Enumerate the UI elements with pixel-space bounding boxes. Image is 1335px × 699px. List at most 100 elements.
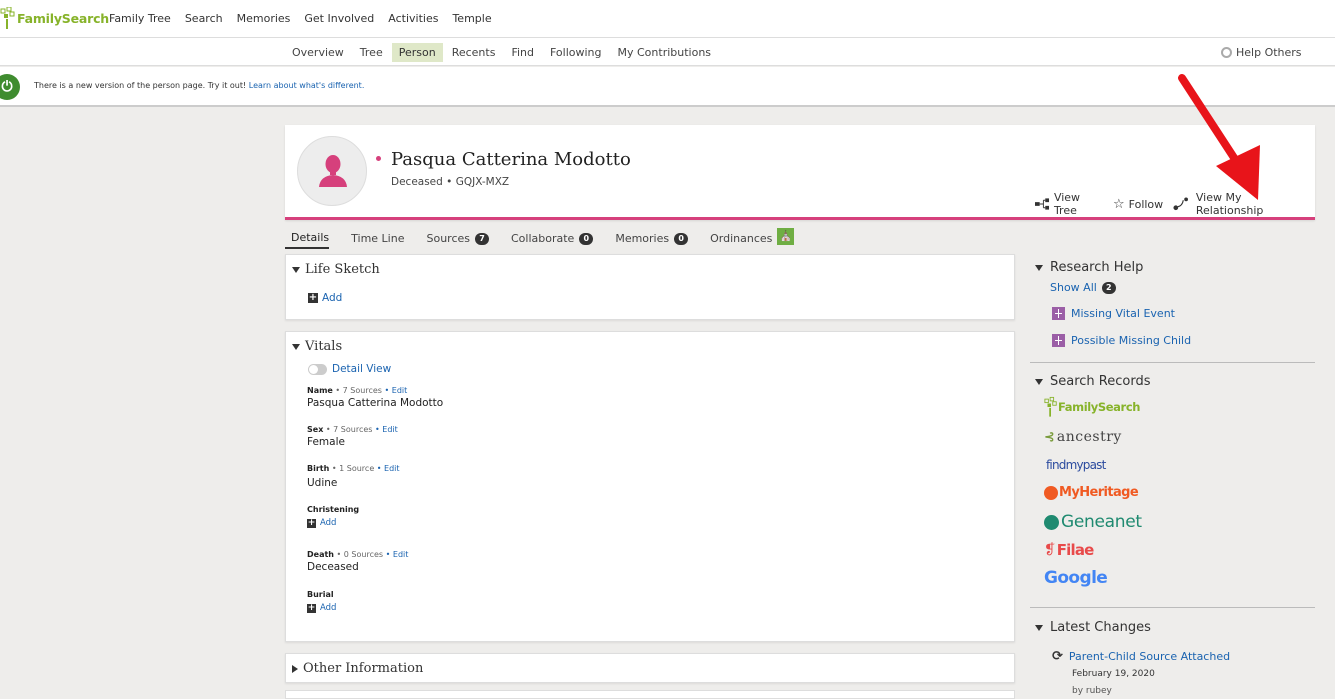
- subnav-person[interactable]: Person: [391, 43, 443, 62]
- vital-death: Death • 0 Sources • Edit Deceased: [307, 550, 408, 573]
- banner-learn-link[interactable]: Learn about what's different.: [249, 81, 365, 90]
- vital-sex-edit[interactable]: Edit: [382, 425, 398, 434]
- subnav-find[interactable]: Find: [504, 43, 541, 62]
- tab-details[interactable]: Details: [285, 227, 330, 249]
- subnav-overview[interactable]: Overview: [285, 43, 351, 62]
- latest-change-item[interactable]: ⟳ Parent-Child Source Attached: [1052, 649, 1230, 664]
- main-nav: Family Tree Search Memories Get Involved…: [109, 12, 506, 25]
- collapse-arrow-icon: [1035, 378, 1043, 385]
- tab-ordinances[interactable]: Ordinances ⛪: [710, 226, 795, 250]
- vitals-card: Vitals Detail View Name • 7 Sources • Ed…: [285, 331, 1015, 642]
- dot: •: [385, 550, 391, 559]
- provider-myheritage[interactable]: MyHeritage: [1044, 485, 1139, 500]
- help-others-link[interactable]: Help Others: [1221, 46, 1302, 59]
- subnav-recents[interactable]: Recents: [445, 43, 503, 62]
- vital-birth-header: Birth • 1 Source • Edit: [307, 464, 400, 473]
- toggle-switch[interactable]: [308, 363, 327, 375]
- person-actions: View Tree ☆ Follow View My Relationship: [1035, 191, 1315, 217]
- sync-icon: ⟳: [1052, 649, 1063, 664]
- tab-memories[interactable]: Memories 0: [615, 228, 689, 248]
- vital-death-header: Death • 0 Sources • Edit: [307, 550, 408, 559]
- vital-death-sources[interactable]: 0 Sources: [344, 550, 383, 559]
- research-hint-icon: [1052, 307, 1065, 320]
- tab-ordinances-label: Ordinances: [710, 232, 773, 245]
- vital-name-sources[interactable]: 7 Sources: [343, 386, 382, 395]
- tab-details-label: Details: [291, 231, 330, 244]
- life-sketch-toggle[interactable]: Life Sketch: [292, 262, 380, 277]
- detail-view-toggle[interactable]: Detail View: [308, 363, 391, 375]
- view-relationship-label: View My Relationship: [1195, 191, 1264, 217]
- plus-icon: +: [307, 602, 316, 613]
- research-item-possible-missing-child[interactable]: Possible Missing Child: [1052, 334, 1191, 347]
- research-help-toggle[interactable]: Research Help: [1035, 260, 1143, 275]
- vital-name-edit[interactable]: Edit: [392, 386, 408, 395]
- nav-activities[interactable]: Activities: [388, 12, 438, 25]
- divider: [1030, 607, 1315, 608]
- nav-temple[interactable]: Temple: [452, 12, 491, 25]
- vital-christening-label: Christening: [307, 505, 360, 514]
- nav-get-involved[interactable]: Get Involved: [304, 12, 374, 25]
- person-id[interactable]: GQJX-MXZ: [456, 176, 509, 188]
- vital-name-value: Pasqua Catterina Modotto: [307, 397, 444, 409]
- power-toggle-icon[interactable]: ⏻: [0, 74, 20, 100]
- follow-button[interactable]: ☆ Follow: [1113, 197, 1163, 212]
- latest-changes-toggle[interactable]: Latest Changes: [1035, 620, 1151, 635]
- relationship-icon: [1173, 197, 1189, 211]
- christening-add-button[interactable]: + Add: [307, 518, 359, 528]
- nav-memories[interactable]: Memories: [237, 12, 291, 25]
- tab-time-line[interactable]: Time Line: [351, 228, 404, 248]
- vital-birth-value: Udine: [307, 477, 338, 489]
- other-information-toggle[interactable]: Other Information: [292, 661, 423, 676]
- vital-sex-sources[interactable]: 7 Sources: [333, 425, 372, 434]
- banner-text: There is a new version of the person pag…: [34, 81, 364, 90]
- tab-sources[interactable]: Sources 7: [426, 228, 489, 248]
- collapse-arrow-icon: [292, 343, 300, 350]
- tab-collaborate[interactable]: Collaborate 0: [511, 228, 594, 248]
- subnav-my-contributions[interactable]: My Contributions: [611, 43, 719, 62]
- tree-logo-icon: [0, 7, 15, 29]
- divider: [1030, 362, 1315, 363]
- memories-count-badge: 0: [674, 232, 689, 245]
- subnav-following[interactable]: Following: [543, 43, 609, 62]
- latest-changes-title: Latest Changes: [1050, 620, 1151, 635]
- myheritage-icon: [1044, 485, 1058, 500]
- vital-sex-label: Sex: [307, 425, 324, 434]
- subnav-tree[interactable]: Tree: [353, 43, 390, 62]
- life-sketch-title: Life Sketch: [305, 262, 380, 277]
- vital-death-edit[interactable]: Edit: [393, 550, 409, 559]
- plus-icon: +: [307, 517, 316, 528]
- provider-myheritage-label: MyHeritage: [1059, 485, 1139, 500]
- provider-geneanet[interactable]: Geneanet: [1044, 512, 1142, 532]
- latest-change-author: by rubey: [1072, 686, 1112, 696]
- provider-familysearch[interactable]: FamilySearch: [1044, 396, 1140, 418]
- burial-add-label: Add: [320, 603, 337, 613]
- female-person-icon: [319, 155, 347, 187]
- view-tree-button[interactable]: View Tree: [1035, 191, 1103, 217]
- dot: •: [375, 425, 380, 434]
- logo-text: FamilySearch: [17, 10, 109, 26]
- provider-filae[interactable]: ❡ Filae: [1044, 541, 1094, 559]
- life-sketch-add-button[interactable]: + Add: [308, 292, 342, 304]
- vital-birth-edit[interactable]: Edit: [384, 464, 400, 473]
- nav-family-tree[interactable]: Family Tree: [109, 12, 171, 25]
- avatar[interactable]: [297, 136, 367, 206]
- nav-search[interactable]: Search: [185, 12, 223, 25]
- familysearch-logo[interactable]: FamilySearch: [0, 4, 109, 32]
- expand-arrow-icon: [292, 664, 298, 673]
- vital-christening-header: Christening: [307, 505, 359, 514]
- provider-ancestry[interactable]: ⊰ ancestry: [1044, 429, 1122, 445]
- show-all-link[interactable]: Show All 2: [1050, 281, 1116, 294]
- vital-birth-sources[interactable]: 1 Source: [339, 464, 374, 473]
- dot: •: [325, 425, 331, 434]
- research-item-missing-vital-event[interactable]: Missing Vital Event: [1052, 307, 1175, 320]
- provider-findmypast[interactable]: findmypast: [1046, 458, 1106, 472]
- view-my-relationship-button[interactable]: View My Relationship: [1173, 191, 1305, 217]
- search-records-toggle[interactable]: Search Records: [1035, 374, 1150, 389]
- dot: •: [331, 464, 337, 473]
- burial-add-button[interactable]: + Add: [307, 603, 336, 613]
- detail-view-label: Detail View: [332, 363, 392, 375]
- provider-google[interactable]: Google: [1044, 568, 1108, 588]
- vital-sex-header: Sex • 7 Sources • Edit: [307, 425, 398, 434]
- vitals-toggle[interactable]: Vitals: [292, 339, 342, 354]
- tree-view-icon: [1035, 198, 1050, 210]
